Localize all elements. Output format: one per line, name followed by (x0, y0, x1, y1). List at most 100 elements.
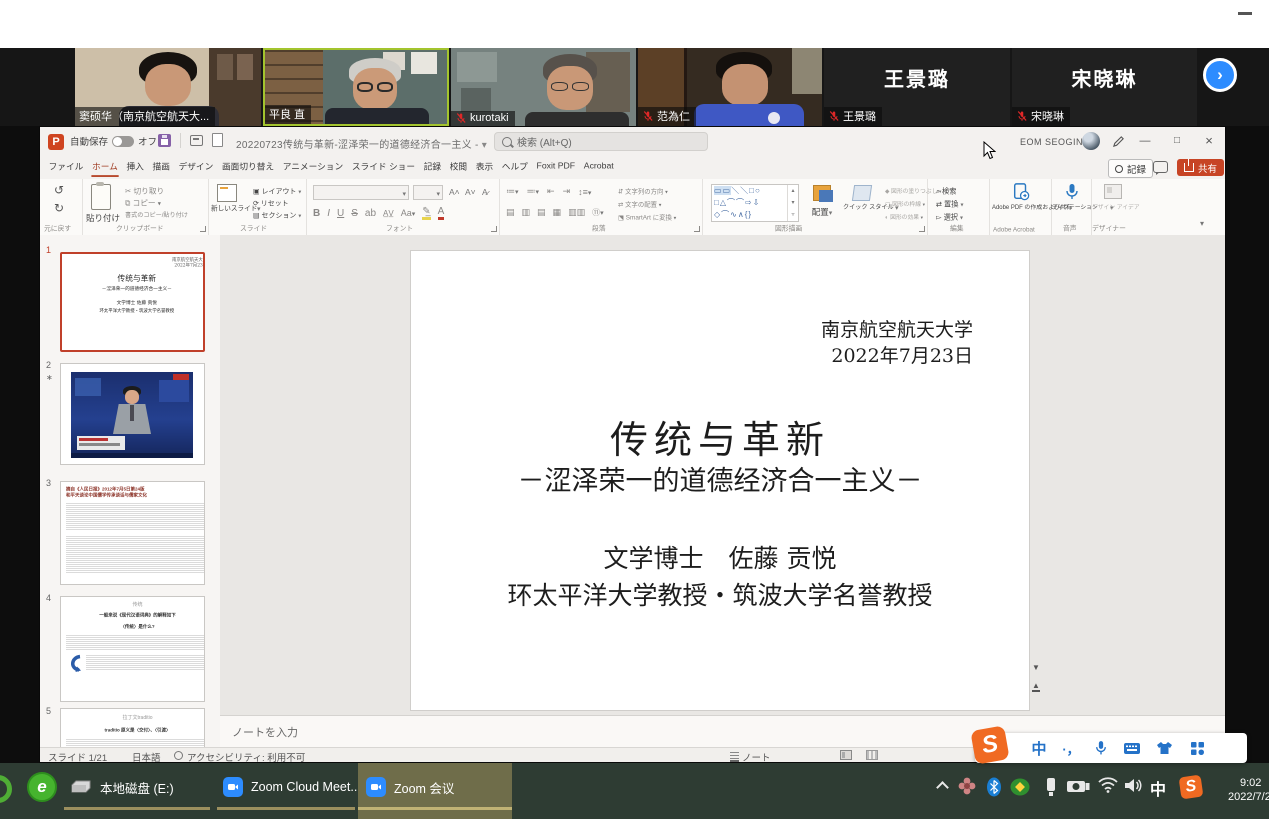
pencil-icon[interactable] (1112, 135, 1125, 148)
text-shadow-button[interactable]: ab (365, 208, 376, 219)
reset-button[interactable]: ⟳ リセット (253, 197, 297, 209)
toolbox-grid-icon[interactable] (1183, 733, 1211, 763)
new-slide-button[interactable]: 新しいスライド▾ (211, 204, 247, 214)
camera-device-icon[interactable] (1066, 777, 1090, 795)
slide-thumbnail-2[interactable] (60, 363, 205, 465)
punctuation-mode-icon[interactable]: ·， (1059, 733, 1083, 763)
shape-gallery-scroll[interactable]: ▴▾▿ (787, 185, 798, 221)
slide-thumbnail-4[interactable]: 传统 一般来说《现代汉语词典》的解释如下 〈传统〉是什么? (60, 596, 205, 702)
columns-button[interactable]: ▥▥ (568, 207, 585, 218)
window-minimize-icon[interactable] (1238, 12, 1252, 15)
previous-slide-button[interactable]: ▼ (1032, 663, 1040, 672)
taskbar-item-zoom-meeting[interactable]: Zoom 会议 (358, 763, 512, 811)
change-case-button[interactable]: Aa▾ (401, 208, 416, 218)
maximize-button[interactable]: □ (1164, 130, 1190, 152)
adobe-pdf-icon[interactable] (1012, 183, 1030, 201)
minimize-button[interactable]: — (1132, 130, 1158, 152)
copy-button[interactable]: ⧉ コピー ▾ (125, 197, 165, 209)
speaker-icon[interactable] (1124, 777, 1144, 794)
usb-device-icon[interactable] (1044, 777, 1058, 797)
section-button[interactable]: ▤ セクション ▾ (253, 209, 312, 221)
font-size-select[interactable]: ▾ (413, 185, 443, 200)
taskbar-clock[interactable]: 9:02 2022/7/23 (1228, 776, 1269, 804)
skin-tshirt-icon[interactable] (1151, 733, 1177, 763)
slide-thumbnail-1[interactable]: 南京航空航天大学2022年7月23日 传统与革新 －涩泽荣一的道德经济合一主义－… (60, 252, 205, 352)
tab-acrobat[interactable]: Acrobat (583, 159, 614, 177)
user-name[interactable]: EOM SEOGIN (1020, 137, 1083, 147)
print-icon[interactable] (190, 135, 203, 146)
voice-input-icon[interactable] (1089, 733, 1113, 763)
search-input[interactable]: 検索 (Alt+Q) (494, 132, 708, 151)
adobe-pdf-button[interactable]: Adobe PDF の作成および共有 (992, 203, 1050, 211)
paragraph-dialog-launcher[interactable] (694, 226, 700, 232)
layout-button[interactable]: ▣ レイアウト ▾ (253, 185, 312, 197)
video-tile-participant-4[interactable]: 范為仁 (638, 48, 822, 126)
italic-button[interactable]: I (327, 208, 330, 219)
avatar[interactable] (1082, 132, 1100, 150)
font-dialog-launcher[interactable] (491, 226, 497, 232)
dictate-button[interactable]: ディクテーション▾ (1052, 203, 1092, 213)
redo-icon[interactable]: ↻ (54, 201, 64, 215)
document-title[interactable]: 20220723传统与革新-涩泽荣一的道德经济合一主义 - ▾ (236, 136, 487, 151)
tab-foxit-pdf[interactable]: Foxit PDF (536, 159, 576, 177)
line-spacing-button[interactable]: ↕≡▾ (578, 187, 591, 197)
slide-sorter-view-button[interactable] (866, 750, 878, 760)
share-button[interactable]: 共有 (1177, 159, 1224, 176)
tab-slideshow[interactable]: スライド ショー (351, 159, 415, 177)
underline-button[interactable]: U (337, 208, 344, 219)
comments-icon[interactable] (1153, 161, 1168, 173)
align-left-button[interactable]: ▤ (506, 207, 515, 218)
input-method-indicator[interactable]: 中 (1150, 776, 1166, 800)
decrease-indent-button[interactable]: ⇤ (547, 186, 555, 197)
taskbar-item-local-disk[interactable]: 本地磁盘 (E:) (62, 763, 212, 811)
clear-format-button[interactable]: A̷ (482, 187, 488, 197)
slide-thumbnail-5[interactable]: 拉丁文traditio traditio 原义是〈交付〉、〈引渡〉 (60, 708, 205, 747)
sogou-tray-icon[interactable]: S (1179, 775, 1204, 800)
bluetooth-icon[interactable] (986, 777, 1002, 797)
increase-indent-button[interactable]: ⇥ (563, 186, 571, 197)
format-painter-button[interactable]: 書式のコピー/貼り付け (125, 209, 209, 221)
justify-button[interactable]: ▦ (553, 207, 562, 218)
clipboard-dialog-launcher[interactable] (200, 226, 206, 232)
language-indicator[interactable]: 日本語 (132, 750, 161, 764)
undo-icon[interactable]: ↺ (54, 183, 64, 197)
new-slide-icon[interactable] (217, 184, 237, 202)
quick-styles-button[interactable]: クイック スタイル▾ (843, 185, 881, 213)
bullets-button[interactable]: ≔▾ (506, 186, 519, 197)
tab-view[interactable]: 表示 (475, 159, 494, 177)
close-button[interactable]: × (1196, 130, 1222, 152)
360-browser-icon[interactable]: e (27, 772, 57, 802)
tab-insert[interactable]: 挿入 (126, 159, 145, 177)
next-page-button[interactable]: › (1203, 58, 1237, 92)
show-hidden-icons-chevron[interactable] (938, 783, 948, 793)
dictate-mic-icon[interactable] (1065, 183, 1079, 201)
video-tile-participant-2-active-speaker[interactable]: 平良 直 (263, 48, 449, 126)
tab-design[interactable]: デザイン (178, 159, 214, 177)
accessibility-status[interactable]: アクセシビリティ: 利用不可 (187, 750, 305, 764)
text-direction-button[interactable]: ⇵ 文字列の方向 ▾ (618, 185, 684, 197)
collapse-ribbon-icon[interactable]: ▾ (1200, 219, 1204, 228)
video-tile-participant-1[interactable]: 窦硕华（南京航空航天大... (75, 48, 261, 126)
slide-thumbnail-3[interactable]: 摘自《人民日报》2012年7月5日第24版和平天谈论中国儒学传承谈话与儒家文化 (60, 481, 205, 585)
video-tile-participant-3[interactable]: kurotaki (451, 48, 636, 126)
current-slide[interactable]: 南京航空航天大学 2022年7月23日 传统与革新 －涩泽荣一的道德经济合一主义… (410, 250, 1030, 711)
strikethrough-button[interactable]: S (351, 208, 358, 219)
tab-draw[interactable]: 描画 (152, 159, 171, 177)
normal-view-button[interactable] (840, 750, 852, 760)
video-tile-participant-6[interactable]: 宋晓琳 宋晓琳 (1012, 48, 1197, 126)
wifi-icon[interactable] (1098, 777, 1118, 793)
tab-animations[interactable]: アニメーション (282, 159, 344, 177)
tab-transitions[interactable]: 画面切り替え (221, 159, 274, 177)
numbering-button[interactable]: ≕▾ (527, 186, 540, 197)
tab-file[interactable]: ファイル (48, 159, 84, 177)
highlight-button[interactable]: ✎̲ (422, 206, 430, 220)
autosave-toggle[interactable]: 自動保存 オフ (70, 134, 157, 148)
video-tile-participant-5[interactable]: 王景璐 王景璐 (824, 48, 1010, 126)
cut-button[interactable]: ✂ 切り取り (125, 185, 169, 197)
font-color-button[interactable]: A (438, 206, 445, 220)
tab-help[interactable]: ヘルプ (501, 159, 528, 177)
new-document-icon[interactable] (212, 133, 223, 147)
shrink-font-button[interactable]: A˅ (465, 187, 476, 197)
tab-home[interactable]: ホーム (91, 159, 118, 177)
record-button[interactable]: 記録 (1108, 159, 1153, 178)
